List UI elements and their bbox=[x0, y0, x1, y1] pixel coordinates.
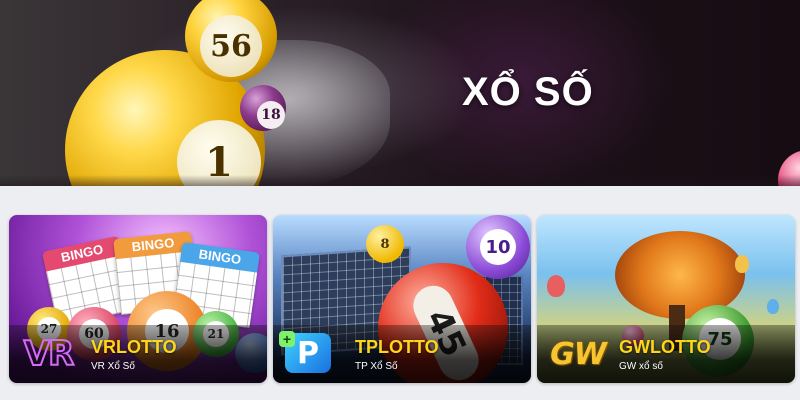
game-card-vrlotto[interactable]: BINGO BINGO BINGO 27 60 16 21 VR VRLOTTO… bbox=[9, 215, 267, 383]
gwlotto-logo-text: GW bbox=[550, 336, 607, 372]
game-card-gwlotto[interactable]: 75 GW GWLOTTO GW xổ số bbox=[537, 215, 795, 383]
banner-title: XỔ SỐ bbox=[462, 70, 594, 114]
lottery-banner: 1 56 18 XỔ SỐ bbox=[0, 0, 800, 186]
lottery-ball-18: 18 bbox=[240, 85, 286, 131]
ball-number: 56 bbox=[210, 28, 252, 64]
game-subtitle: VR Xổ Số bbox=[91, 361, 135, 372]
game-card-list: BINGO BINGO BINGO 27 60 16 21 VR VRLOTTO… bbox=[0, 186, 800, 400]
tplotto-logo-text: P bbox=[297, 335, 319, 371]
gwlotto-logo-icon: GW bbox=[539, 335, 617, 373]
game-info-bar: VR VRLOTTO VR Xổ Số bbox=[9, 325, 267, 383]
hot-air-balloon bbox=[767, 299, 779, 314]
vrlotto-logo-text: VR bbox=[23, 333, 75, 375]
vrlotto-logo-icon: VR bbox=[17, 333, 79, 375]
game-info-bar: + P TPLOTTO TP Xổ Số bbox=[273, 325, 531, 383]
game-name: TPLOTTO bbox=[355, 337, 439, 357]
game-info-bar: GW GWLOTTO GW xổ số bbox=[537, 325, 795, 383]
game-subtitle: TP Xổ Số bbox=[355, 361, 398, 372]
hot-air-balloon bbox=[735, 255, 749, 273]
ball-number: 8 bbox=[380, 236, 390, 252]
ball-number: 10 bbox=[485, 236, 511, 258]
lottery-ball-8: 8 bbox=[366, 225, 404, 263]
game-name: GWLOTTO bbox=[619, 337, 711, 357]
banner-floor-shadow bbox=[0, 175, 800, 186]
ball-number: 18 bbox=[261, 107, 281, 123]
tplotto-logo-icon: + P bbox=[279, 331, 331, 373]
plus-icon: + bbox=[279, 331, 295, 347]
lottery-ball-10: 10 bbox=[466, 215, 530, 279]
hot-air-balloon bbox=[547, 275, 565, 297]
game-name: VRLOTTO bbox=[91, 337, 177, 357]
game-subtitle: GW xổ số bbox=[619, 361, 663, 372]
game-card-tplotto[interactable]: 8 45 10 + P TPLOTTO TP Xổ Số bbox=[273, 215, 531, 383]
